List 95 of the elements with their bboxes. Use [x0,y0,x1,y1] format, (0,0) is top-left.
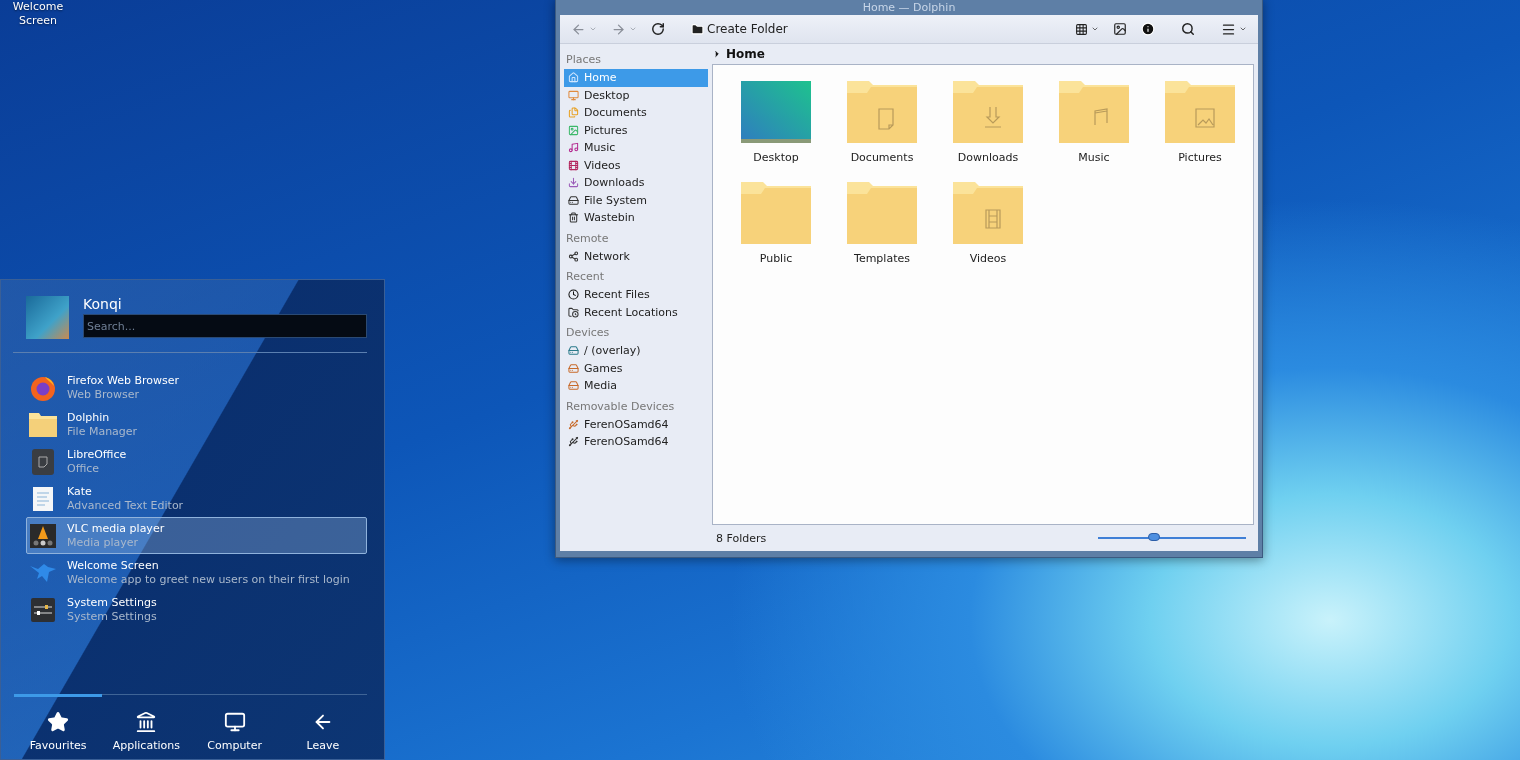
monitor-icon [223,711,246,733]
reload-icon [651,22,665,36]
columns-building-icon [135,711,158,733]
file-name[interactable]: Videos [969,252,1007,265]
info-icon [1141,22,1155,36]
app-list-item[interactable]: System Settings System Settings [26,591,367,628]
section-heading: Places [565,52,602,68]
file-name[interactable]: Templates [854,252,910,265]
music-note-icon [568,142,579,154]
create-folder-button[interactable]: Create Folder [686,19,793,39]
app-list-item[interactable]: LibreOffice Office [26,443,367,480]
file-name[interactable]: Pictures [1178,151,1222,164]
section-heading: Devices [565,325,611,341]
trash-icon [568,212,579,224]
usb-drive-icon [568,418,579,430]
file-name[interactable]: Documents [850,151,914,164]
sliders-icon [31,597,55,622]
folder-icon [1165,81,1235,143]
documents-icon [568,107,579,119]
launcher-tab[interactable]: Favourites [14,694,103,759]
places-item[interactable]: Music [564,139,708,157]
places-item[interactable]: Media [564,377,708,395]
film-icon [568,159,579,171]
places-item[interactable]: Wastebin [564,209,708,227]
window-title: Home — Dolphin [861,0,957,15]
places-item[interactable]: File System [564,191,708,209]
bird-icon [30,561,56,584]
places-item[interactable]: / (overlay) [564,342,708,360]
caret-icon [629,25,637,33]
menu-icon [1221,21,1236,37]
places-item[interactable]: FerenOSamd64 [564,433,708,451]
folder-icon [847,81,917,143]
folder-icon [741,182,811,244]
traffic-cone-icon [30,523,56,548]
user-name: Konqi [83,296,123,312]
app-list-item[interactable]: Dolphin File Manager [26,406,367,443]
places-item[interactable]: Recent Files [564,286,708,304]
home-icon [568,72,579,84]
drive-icon [568,194,579,206]
desktop-thumbnail [741,81,811,143]
places-item[interactable]: Downloads [564,174,708,192]
places-item[interactable]: FerenOSamd64 [564,415,708,433]
launcher-tab[interactable]: Leave [278,694,367,759]
search-field[interactable]: Search... [83,314,367,338]
slider-thumb[interactable] [1148,533,1161,541]
usb-drive-icon [568,436,579,448]
picture-icon [568,124,579,136]
places-item[interactable]: Pictures [564,121,708,139]
folder-plus-icon [691,22,704,36]
places-item[interactable]: Games [564,359,708,377]
folder-icon [953,182,1023,244]
file-name[interactable]: Music [1078,151,1110,164]
app-list-item[interactable]: Firefox Web Browser Web Browser [26,369,367,406]
file-name[interactable]: Public [759,252,793,265]
desktop-icon-label[interactable]: Welcome Screen [8,0,68,28]
clock-icon [568,289,579,301]
places-item[interactable]: Network [564,247,708,265]
places-item[interactable]: Recent Locations [564,303,708,321]
folder-icon [1059,81,1129,143]
image-icon [1113,22,1127,36]
launcher-tab[interactable]: Computer [190,694,279,759]
caret-icon [1091,25,1099,33]
folder-icon [29,412,57,437]
search-icon [1181,22,1195,36]
places-item[interactable]: Desktop [564,86,708,104]
monitor-icon [568,89,579,101]
section-heading: Recent [565,269,606,285]
places-item[interactable]: Videos [564,156,708,174]
drive-icon [568,380,579,392]
folder-icon [847,182,917,244]
caret-icon [589,25,597,33]
app-list-item[interactable]: VLC media player Media player [26,517,367,554]
places-item[interactable]: Documents [564,104,708,122]
drive-icon [568,345,579,357]
network-icon [568,250,579,262]
breadcrumb-item[interactable]: Home [726,47,765,61]
section-heading: Remote [565,230,610,247]
caret-icon [1239,25,1247,33]
document-app-icon [32,448,54,475]
status-text: 8 Folders [716,531,767,545]
file-name[interactable]: Desktop [753,151,799,164]
download-icon [568,177,579,189]
grid-icon [1075,22,1088,36]
file-name[interactable]: Downloads [957,151,1019,164]
launcher-tab[interactable]: Applications [102,694,191,759]
folder-clock-icon [568,306,579,318]
drive-icon [568,362,579,374]
app-list-item[interactable]: Kate Advanced Text Editor [26,480,367,517]
section-heading: Removable Devices [565,398,676,415]
folder-icon [953,81,1023,143]
avatar-picture-placeholder [26,296,69,339]
star-icon [47,711,70,733]
text-page-icon [33,486,53,511]
app-list-item[interactable]: Welcome Screen Welcome app to greet new users on their first login [26,554,367,591]
caret-icon [712,49,722,59]
